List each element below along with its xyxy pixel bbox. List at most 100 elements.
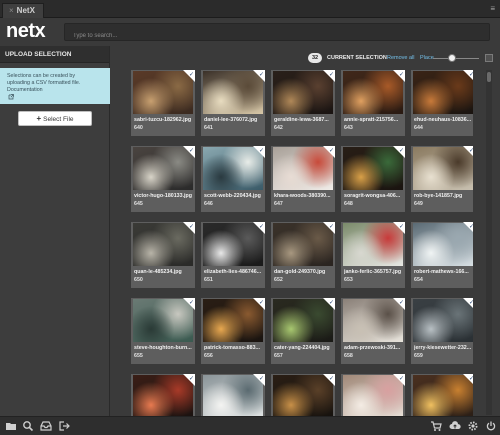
asset-tile[interactable]: ✓ patrick-tomasso-883... 656 xyxy=(201,298,265,364)
asset-tile[interactable]: ✓ steve-houghton-burn... 655 xyxy=(131,298,195,364)
grid-scrollbar[interactable] xyxy=(486,70,492,415)
asset-filename: scott-webb-220434.jpg xyxy=(204,193,261,199)
info-line-2: uploading a CSV formatted file. xyxy=(7,80,81,86)
asset-id: 641 xyxy=(204,125,213,131)
asset-tile[interactable]: ✓ dan-gold-249370.jpg 652 xyxy=(271,222,335,288)
selected-check-icon[interactable]: ✓ xyxy=(393,70,405,82)
asset-tile[interactable]: ✓ janko-ferlic-365757.jpg 653 xyxy=(341,222,405,288)
asset-filename: quan-le-485234.jpg xyxy=(134,269,182,275)
selected-check-icon[interactable]: ✓ xyxy=(393,298,405,310)
selected-check-icon[interactable]: ✓ xyxy=(183,70,195,82)
selected-check-icon[interactable]: ✓ xyxy=(183,146,195,158)
logout-icon[interactable] xyxy=(58,420,70,432)
cloud-upload-icon[interactable] xyxy=(449,420,461,432)
asset-tile[interactable]: ✓ rob-bye-141857.jpg 649 xyxy=(411,146,473,212)
asset-filename: elizabeth-lies-486746... xyxy=(204,269,262,275)
selected-check-icon[interactable]: ✓ xyxy=(323,374,335,386)
selected-check-icon[interactable]: ✓ xyxy=(183,374,195,386)
selected-check-icon[interactable]: ✓ xyxy=(463,222,473,234)
view-toggle-icon[interactable] xyxy=(485,54,493,62)
selected-check-icon[interactable]: ✓ xyxy=(463,374,473,386)
asset-tile[interactable]: ✓ adam-przewoski-391... 658 xyxy=(341,298,405,364)
asset-tile[interactable]: ✓ scott-webb-220434.jpg 646 xyxy=(201,146,265,212)
asset-filename: daniel-lee-376072.jpg xyxy=(204,117,258,123)
asset-tile[interactable]: ✓ elizabeth-lies-486746... 651 xyxy=(201,222,265,288)
asset-filename: robert-mathews-166... xyxy=(414,269,469,275)
inbox-icon[interactable] xyxy=(40,420,52,432)
asset-id: 656 xyxy=(204,353,213,359)
asset-id: 643 xyxy=(344,125,353,131)
selected-check-icon[interactable]: ✓ xyxy=(253,374,265,386)
selected-check-icon[interactable]: ✓ xyxy=(393,374,405,386)
panel-menu-icon[interactable]: ≡ xyxy=(490,4,495,13)
asset-tile[interactable]: ✓ victor-hugo-180133.jpg 645 xyxy=(131,146,195,212)
asset-tile[interactable]: ✓ daniel-lee-376072.jpg 641 xyxy=(201,70,265,136)
selected-check-icon[interactable]: ✓ xyxy=(183,298,195,310)
selected-check-icon[interactable]: ✓ xyxy=(393,222,405,234)
close-tab-icon[interactable]: × xyxy=(9,6,14,15)
current-selection-bar: 32 CURRENT SELECTION Remove all Place xyxy=(300,52,496,64)
asset-id: 650 xyxy=(134,277,143,283)
asset-tile[interactable]: ✓ cater-yang-224404.jpg 657 xyxy=(271,298,335,364)
selected-check-icon[interactable]: ✓ xyxy=(393,146,405,158)
panel-tab-netx[interactable]: × NetX xyxy=(2,3,44,18)
selected-check-icon[interactable]: ✓ xyxy=(253,298,265,310)
asset-id: 640 xyxy=(134,125,143,131)
selected-check-icon[interactable]: ✓ xyxy=(323,146,335,158)
window-titlebar: × NetX ≡ xyxy=(0,0,500,18)
selected-check-icon[interactable]: ✓ xyxy=(253,70,265,82)
asset-tile[interactable]: ✓ xyxy=(271,374,335,417)
asset-tile[interactable]: ✓ robert-mathews-166... 654 xyxy=(411,222,473,288)
search-input[interactable] xyxy=(65,28,489,44)
asset-filename: rob-bye-141857.jpg xyxy=(414,193,463,199)
thumbnail-size-slider[interactable] xyxy=(433,58,479,59)
asset-id: 649 xyxy=(414,201,423,207)
selected-check-icon[interactable]: ✓ xyxy=(463,298,473,310)
selected-check-icon[interactable]: ✓ xyxy=(323,70,335,82)
asset-filename: victor-hugo-180133.jpg xyxy=(134,193,192,199)
asset-tile[interactable]: ✓ jerry-kiesewetter-232... 659 xyxy=(411,298,473,364)
plus-icon: + xyxy=(36,114,42,123)
asset-tile[interactable]: ✓ soragrit-wongsa-406... 648 xyxy=(341,146,405,212)
asset-filename: janko-ferlic-365757.jpg xyxy=(344,269,402,275)
search-icon[interactable] xyxy=(22,420,34,432)
asset-tile[interactable]: ✓ khara-woods-380390... 647 xyxy=(271,146,335,212)
asset-tile[interactable]: ✓ xyxy=(131,374,195,417)
documentation-link[interactable]: Documentation xyxy=(7,87,103,102)
selected-check-icon[interactable]: ✓ xyxy=(463,70,473,82)
asset-tile[interactable]: ✓ sabri-tuzcu-182962.jpg 640 xyxy=(131,70,195,136)
selected-check-icon[interactable]: ✓ xyxy=(323,222,335,234)
bottom-toolbar xyxy=(0,416,500,435)
selected-check-icon[interactable]: ✓ xyxy=(323,298,335,310)
selected-check-icon[interactable]: ✓ xyxy=(463,146,473,158)
selected-check-icon[interactable]: ✓ xyxy=(253,146,265,158)
asset-tile[interactable]: ✓ xyxy=(411,374,473,417)
current-selection-title: CURRENT SELECTION xyxy=(327,55,387,61)
select-file-button[interactable]: + Select File xyxy=(18,111,92,126)
asset-tile[interactable]: ✓ xyxy=(201,374,265,417)
selected-check-icon[interactable]: ✓ xyxy=(253,222,265,234)
asset-tile[interactable]: ✓ geraldine-lewa-3687... 642 xyxy=(271,70,335,136)
external-link-icon xyxy=(8,94,14,100)
asset-filename: adam-przewoski-391... xyxy=(344,345,401,351)
upload-selection-title: UPLOAD SELECTION xyxy=(0,46,109,63)
settings-icon[interactable] xyxy=(467,420,479,432)
search-box[interactable] xyxy=(64,23,490,44)
asset-id: 646 xyxy=(204,201,213,207)
asset-tile[interactable]: ✓ annie-spratt-215756... 643 xyxy=(341,70,405,136)
asset-tile[interactable]: ✓ ehud-neuhaus-10836... 644 xyxy=(411,70,473,136)
cart-icon[interactable] xyxy=(430,420,442,432)
selected-check-icon[interactable]: ✓ xyxy=(183,222,195,234)
remove-all-link[interactable]: Remove all xyxy=(387,55,415,61)
folder-icon[interactable] xyxy=(5,420,17,432)
asset-tile[interactable]: ✓ quan-le-485234.jpg 650 xyxy=(131,222,195,288)
power-icon[interactable] xyxy=(485,420,497,432)
asset-id: 642 xyxy=(274,125,283,131)
asset-filename: khara-woods-380390... xyxy=(274,193,331,199)
place-link[interactable]: Place xyxy=(420,55,434,61)
asset-grid: ✓ sabri-tuzcu-182962.jpg 640 ✓ daniel-lee-37… xyxy=(131,70,473,417)
asset-id: 647 xyxy=(274,201,283,207)
slider-handle[interactable] xyxy=(448,54,456,62)
asset-tile[interactable]: ✓ xyxy=(341,374,405,417)
asset-filename: geraldine-lewa-3687... xyxy=(274,117,329,123)
